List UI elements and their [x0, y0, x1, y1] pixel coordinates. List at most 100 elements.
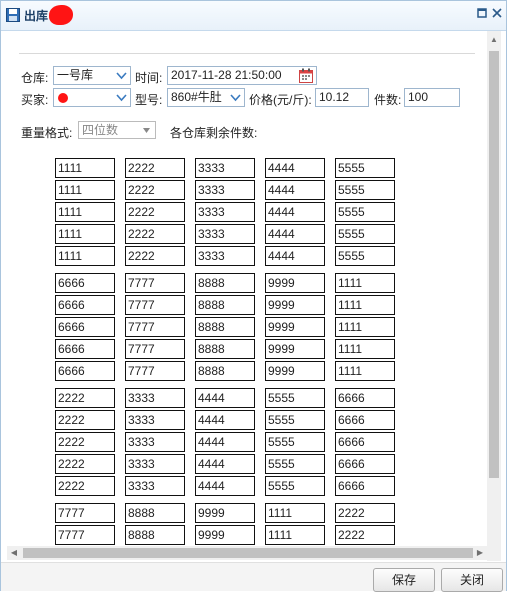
- grid-cell[interactable]: 4444: [265, 158, 325, 178]
- grid-cell[interactable]: 1111: [55, 180, 115, 200]
- grid-cell[interactable]: 6666: [335, 410, 395, 430]
- grid-cell[interactable]: 6666: [335, 476, 395, 496]
- grid-cell[interactable]: 9999: [195, 525, 255, 545]
- scroll-right-icon[interactable]: ▶: [473, 546, 487, 560]
- grid-cell[interactable]: 1111: [335, 273, 395, 293]
- time-input[interactable]: 2017-11-28 21:50:00: [167, 66, 317, 85]
- grid-cell[interactable]: 1111: [55, 202, 115, 222]
- grid-cell[interactable]: 4444: [195, 432, 255, 452]
- grid-cell[interactable]: 1111: [265, 525, 325, 545]
- buyer-select[interactable]: [53, 88, 131, 107]
- grid-cell[interactable]: 5555: [335, 246, 395, 266]
- grid-cell[interactable]: 7777: [125, 295, 185, 315]
- maximize-icon[interactable]: [475, 7, 489, 21]
- grid-cell[interactable]: 3333: [125, 410, 185, 430]
- grid-cell[interactable]: 4444: [265, 246, 325, 266]
- grid-cell[interactable]: 3333: [125, 476, 185, 496]
- grid-cell[interactable]: 9999: [265, 317, 325, 337]
- horizontal-scroll-thumb[interactable]: [23, 548, 473, 558]
- grid-cell[interactable]: 2222: [125, 246, 185, 266]
- price-input[interactable]: 10.12: [315, 88, 369, 107]
- grid-cell[interactable]: 2222: [55, 410, 115, 430]
- vertical-scrollbar[interactable]: ▲: [487, 31, 501, 561]
- grid-cell[interactable]: 6666: [55, 361, 115, 381]
- grid-cell[interactable]: 8888: [195, 273, 255, 293]
- vertical-scroll-thumb[interactable]: [489, 51, 499, 478]
- grid-cell[interactable]: 1111: [335, 361, 395, 381]
- grid-cell[interactable]: 4444: [195, 454, 255, 474]
- grid-cell[interactable]: 1111: [335, 295, 395, 315]
- weight-format-select[interactable]: 四位数: [78, 121, 156, 139]
- grid-cell[interactable]: 2222: [335, 503, 395, 523]
- grid-cell[interactable]: 7777: [55, 503, 115, 523]
- grid-cell[interactable]: 5555: [335, 202, 395, 222]
- calendar-icon[interactable]: [299, 68, 313, 83]
- grid-cell[interactable]: 9999: [265, 339, 325, 359]
- grid-cell[interactable]: 1111: [55, 158, 115, 178]
- grid-cell[interactable]: 2222: [55, 388, 115, 408]
- grid-cell[interactable]: 5555: [265, 476, 325, 496]
- grid-cell[interactable]: 5555: [335, 180, 395, 200]
- grid-cell[interactable]: 1111: [335, 317, 395, 337]
- grid-cell[interactable]: 6666: [55, 317, 115, 337]
- grid-cell[interactable]: 2222: [55, 432, 115, 452]
- grid-cell[interactable]: 6666: [335, 454, 395, 474]
- grid-cell[interactable]: 4444: [265, 224, 325, 244]
- grid-cell[interactable]: 8888: [125, 525, 185, 545]
- scroll-left-icon[interactable]: ◀: [7, 546, 21, 560]
- chevron-down-icon[interactable]: [140, 124, 153, 137]
- close-button[interactable]: 关闭: [441, 568, 503, 592]
- grid-cell[interactable]: 2222: [125, 180, 185, 200]
- grid-cell[interactable]: 2222: [125, 224, 185, 244]
- grid-cell[interactable]: 9999: [265, 295, 325, 315]
- grid-cell[interactable]: 1111: [55, 224, 115, 244]
- title-bar[interactable]: 出库: [1, 1, 506, 31]
- grid-cell[interactable]: 5555: [265, 388, 325, 408]
- grid-cell[interactable]: 2222: [335, 525, 395, 545]
- grid-cell[interactable]: 4444: [265, 202, 325, 222]
- grid-cell[interactable]: 6666: [55, 295, 115, 315]
- grid-cell[interactable]: 8888: [125, 503, 185, 523]
- grid-cell[interactable]: 6666: [335, 388, 395, 408]
- grid-cell[interactable]: 4444: [265, 180, 325, 200]
- chevron-down-icon[interactable]: [115, 91, 128, 104]
- grid-cell[interactable]: 6666: [55, 339, 115, 359]
- grid-cell[interactable]: 3333: [195, 246, 255, 266]
- grid-cell[interactable]: 2222: [125, 202, 185, 222]
- grid-cell[interactable]: 6666: [55, 273, 115, 293]
- grid-cell[interactable]: 9999: [265, 361, 325, 381]
- grid-cell[interactable]: 3333: [125, 454, 185, 474]
- grid-cell[interactable]: 1111: [335, 339, 395, 359]
- grid-cell[interactable]: 8888: [195, 295, 255, 315]
- grid-cell[interactable]: 8888: [195, 317, 255, 337]
- grid-cell[interactable]: 9999: [265, 273, 325, 293]
- grid-cell[interactable]: 3333: [195, 224, 255, 244]
- scroll-up-icon[interactable]: ▲: [487, 33, 501, 47]
- grid-cell[interactable]: 1111: [55, 246, 115, 266]
- grid-cell[interactable]: 7777: [125, 317, 185, 337]
- chevron-down-icon[interactable]: [229, 91, 242, 104]
- horizontal-scrollbar[interactable]: ◀ ▶: [7, 546, 487, 560]
- count-input[interactable]: 100: [404, 88, 460, 107]
- grid-cell[interactable]: 2222: [125, 158, 185, 178]
- grid-cell[interactable]: 8888: [195, 361, 255, 381]
- grid-cell[interactable]: 7777: [55, 525, 115, 545]
- chevron-down-icon[interactable]: [115, 69, 128, 82]
- grid-cell[interactable]: 6666: [335, 432, 395, 452]
- save-button[interactable]: 保存: [373, 568, 435, 592]
- grid-cell[interactable]: 1111: [265, 503, 325, 523]
- grid-cell[interactable]: 5555: [265, 432, 325, 452]
- grid-cell[interactable]: 2222: [55, 476, 115, 496]
- grid-cell[interactable]: 4444: [195, 388, 255, 408]
- grid-cell[interactable]: 7777: [125, 339, 185, 359]
- grid-cell[interactable]: 5555: [335, 224, 395, 244]
- close-icon[interactable]: [490, 7, 504, 21]
- grid-cell[interactable]: 5555: [265, 410, 325, 430]
- grid-cell[interactable]: 3333: [195, 158, 255, 178]
- grid-cell[interactable]: 3333: [125, 432, 185, 452]
- warehouse-select[interactable]: 一号库: [53, 66, 131, 85]
- grid-cell[interactable]: 3333: [125, 388, 185, 408]
- grid-cell[interactable]: 8888: [195, 339, 255, 359]
- grid-cell[interactable]: 4444: [195, 476, 255, 496]
- grid-cell[interactable]: 3333: [195, 202, 255, 222]
